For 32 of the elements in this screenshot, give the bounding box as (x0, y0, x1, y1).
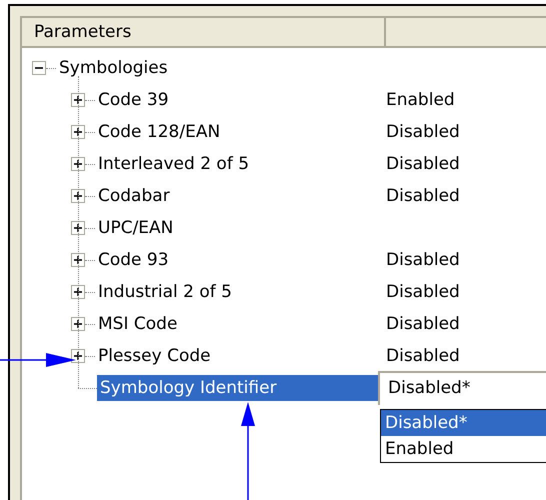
value-text: Disabled (385, 122, 460, 142)
tree-item[interactable]: Code 39 (95, 87, 172, 113)
plus-box-icon[interactable] (71, 317, 85, 331)
tree-item[interactable]: Code 93 (95, 247, 172, 273)
minus-box-icon[interactable] (32, 61, 46, 75)
tree-item[interactable]: Interleaved 2 of 5 (95, 151, 252, 177)
value-text: Disabled (385, 282, 460, 302)
tree-item[interactable]: Symbology Identifier (97, 375, 378, 401)
value-text: Disabled (385, 314, 460, 334)
tree-item[interactable]: Code 128/EAN (95, 119, 224, 145)
dropdown-option[interactable]: Disabled* (381, 410, 546, 436)
tree-item[interactable]: Symbologies (56, 55, 171, 81)
plus-box-icon[interactable] (71, 157, 85, 171)
plus-box-icon[interactable] (71, 189, 85, 203)
value-text: Disabled (385, 346, 460, 366)
plus-box-icon[interactable] (71, 285, 85, 299)
tree-item[interactable]: Industrial 2 of 5 (95, 279, 235, 305)
plus-box-icon[interactable] (71, 253, 85, 267)
value-text: Disabled (385, 154, 460, 174)
tree-item[interactable]: Codabar (95, 183, 173, 209)
plus-box-icon[interactable] (71, 125, 85, 139)
plus-box-icon[interactable] (71, 221, 85, 235)
tree-item[interactable]: UPC/EAN (95, 215, 176, 241)
dropdown-option[interactable]: Enabled (381, 436, 546, 462)
tree-item[interactable]: Plessey Code (95, 343, 214, 369)
dropdown-field[interactable]: Disabled* (378, 371, 546, 405)
tree-item[interactable]: MSI Code (95, 311, 180, 337)
value-text: Disabled (385, 250, 460, 270)
plus-box-icon[interactable] (71, 349, 85, 363)
plus-box-icon[interactable] (71, 93, 85, 107)
value-text: Disabled (385, 186, 460, 206)
value-text: Enabled (385, 90, 455, 110)
